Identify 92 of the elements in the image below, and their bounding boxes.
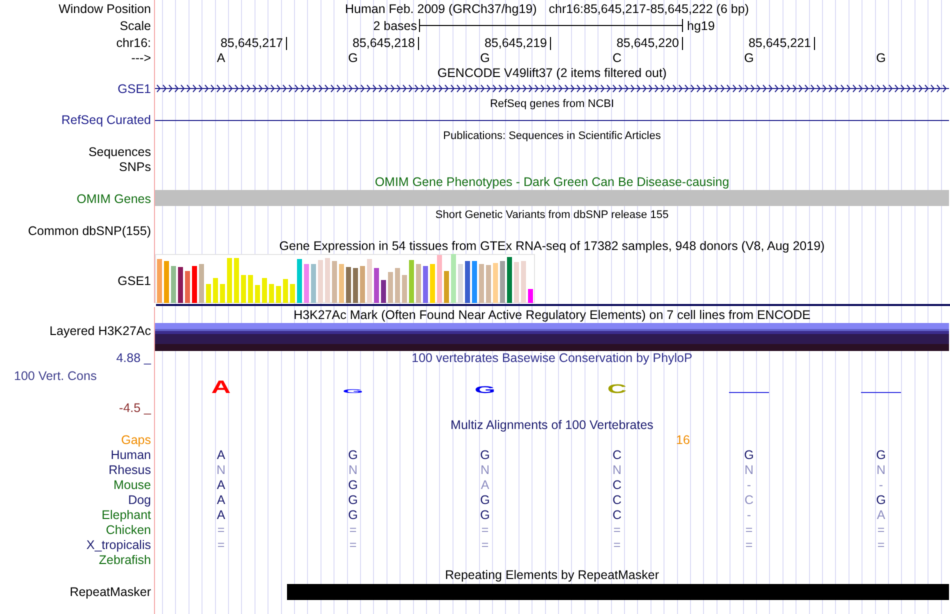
alignment-base: G bbox=[744, 448, 754, 462]
alignment-base: G bbox=[348, 508, 358, 522]
row-label: chr16: bbox=[116, 36, 151, 50]
alignment-base: A bbox=[216, 508, 226, 522]
species-label[interactable]: X_tropicalis bbox=[86, 538, 151, 552]
species-label[interactable]: Mouse bbox=[113, 478, 151, 492]
track-title: 100 vertebrates Basewise Conservation by PhyloP bbox=[412, 351, 692, 365]
sequence-base: C bbox=[612, 51, 622, 65]
ruler-position: 85,645,218 bbox=[352, 36, 419, 50]
alignment-base: = bbox=[481, 538, 489, 552]
sequence-base: G bbox=[744, 51, 754, 65]
alignment-base: N bbox=[480, 462, 490, 476]
alignment-base: G bbox=[876, 492, 886, 506]
alignment-base: N bbox=[744, 462, 754, 476]
track-label[interactable]: GSE1 bbox=[118, 274, 151, 288]
track-title: RefSeq genes from NCBI bbox=[490, 98, 614, 110]
track-title: Publications: Sequences in Scientific Articles bbox=[443, 130, 661, 142]
alignment-base: N bbox=[348, 462, 358, 476]
track-label[interactable]: RefSeq Curated bbox=[61, 113, 151, 127]
axis-min-label: -4.5 _ bbox=[118, 401, 151, 415]
species-label[interactable]: Zebrafish bbox=[98, 552, 151, 566]
track-label[interactable]: Sequences bbox=[88, 144, 151, 158]
alignment-base: C bbox=[744, 492, 754, 506]
alignment-base: = bbox=[481, 522, 489, 536]
alignment-base: G bbox=[348, 478, 358, 492]
track-title: OMIM Gene Phenotypes - Dark Green Can Be Disease-causing bbox=[374, 175, 730, 189]
strand-label: ---> bbox=[131, 51, 151, 65]
track-title: Short Genetic Variants from dbSNP release 155 bbox=[435, 209, 669, 221]
track-label[interactable]: 100 Vert. Cons bbox=[0, 369, 151, 383]
sequence-base: G bbox=[348, 51, 358, 65]
species-label[interactable]: Rhesus bbox=[108, 462, 151, 476]
ruler-position: 85,645,220 bbox=[616, 36, 683, 50]
alignment-base: G bbox=[480, 448, 490, 462]
alignment-base: G bbox=[348, 492, 358, 506]
alignment-base: A bbox=[480, 478, 490, 492]
alignment-base: = bbox=[217, 522, 225, 536]
row-label: Window Position bbox=[58, 2, 151, 16]
alignment-base: N bbox=[876, 462, 886, 476]
alignment-base: = bbox=[349, 538, 357, 552]
alignment-base: A bbox=[216, 492, 226, 506]
sequence-base: G bbox=[480, 51, 490, 65]
alignment-base: = bbox=[745, 538, 753, 552]
track-title: Multiz Alignments of 100 Vertebrates bbox=[450, 418, 654, 432]
alignment-base: C bbox=[612, 478, 622, 492]
species-label[interactable]: Elephant bbox=[102, 508, 151, 522]
track-label[interactable]: SNPs bbox=[119, 160, 151, 174]
assembly-label: hg19 bbox=[687, 18, 715, 32]
species-label[interactable]: Human bbox=[110, 448, 151, 462]
track-title: H3K27Ac Mark (Often Found Near Active Regulatory Elements) on 7 cell lines from ENCODE bbox=[294, 308, 810, 322]
alignment-base: G bbox=[876, 448, 886, 462]
alignment-base: A bbox=[876, 508, 886, 522]
position-title: chr16:85,645,217-85,645,222 (6 bp) bbox=[548, 2, 749, 16]
row-label: Scale bbox=[120, 18, 151, 32]
ruler-position: 85,645,217 bbox=[220, 36, 287, 50]
ruler-position: 85,645,219 bbox=[484, 36, 551, 50]
alignment-base: N bbox=[216, 462, 226, 476]
alignment-base: = bbox=[877, 538, 885, 552]
alignment-base: C bbox=[612, 448, 622, 462]
track-label[interactable]: Common dbSNP(155) bbox=[28, 224, 151, 238]
alignment-base: = bbox=[613, 522, 621, 536]
alignment-base: C bbox=[612, 508, 622, 522]
track-title: GENCODE V49lift37 (2 items filtered out) bbox=[437, 66, 667, 80]
track-title: Repeating Elements by RepeatMasker bbox=[444, 568, 659, 582]
alignment-base: G bbox=[348, 448, 358, 462]
alignment-base: G bbox=[480, 508, 490, 522]
alignment-base: = bbox=[745, 522, 753, 536]
alignment-base: A bbox=[216, 448, 226, 462]
alignment-base: = bbox=[613, 538, 621, 552]
species-label[interactable]: Dog bbox=[128, 492, 151, 506]
alignment-base: = bbox=[349, 522, 357, 536]
track-title: Gene Expression in 54 tissues from GTEx RNA-seq of 17382 samples, 948 donors (V8, Aug 2019) bbox=[279, 239, 825, 253]
track-label[interactable]: Layered H3K27Ac bbox=[50, 324, 151, 338]
sequence-base: G bbox=[876, 51, 886, 65]
track-label[interactable]: GSE1 bbox=[118, 82, 151, 96]
alignment-base: = bbox=[877, 522, 885, 536]
alignment-base: A bbox=[216, 478, 226, 492]
axis-max-label: 4.88 _ bbox=[116, 351, 151, 365]
alignment-base: - bbox=[746, 478, 752, 492]
gap-count: 16 bbox=[676, 433, 690, 447]
track-label[interactable]: RepeatMasker bbox=[70, 584, 151, 598]
alignment-base: G bbox=[480, 492, 490, 506]
assembly-title: Human Feb. 2009 (GRCh37/hg19) bbox=[345, 2, 537, 16]
alignment-base: C bbox=[612, 492, 622, 506]
sequence-base: A bbox=[216, 51, 226, 65]
ruler-position: 85,645,221 bbox=[748, 36, 815, 50]
track-label[interactable]: OMIM Genes bbox=[76, 192, 151, 206]
alignment-base: - bbox=[878, 478, 884, 492]
species-label[interactable]: Chicken bbox=[106, 522, 151, 536]
alignment-base: - bbox=[746, 508, 752, 522]
alignment-base: = bbox=[217, 538, 225, 552]
alignment-base: N bbox=[612, 462, 622, 476]
scale-length: 2 bases bbox=[373, 18, 417, 32]
